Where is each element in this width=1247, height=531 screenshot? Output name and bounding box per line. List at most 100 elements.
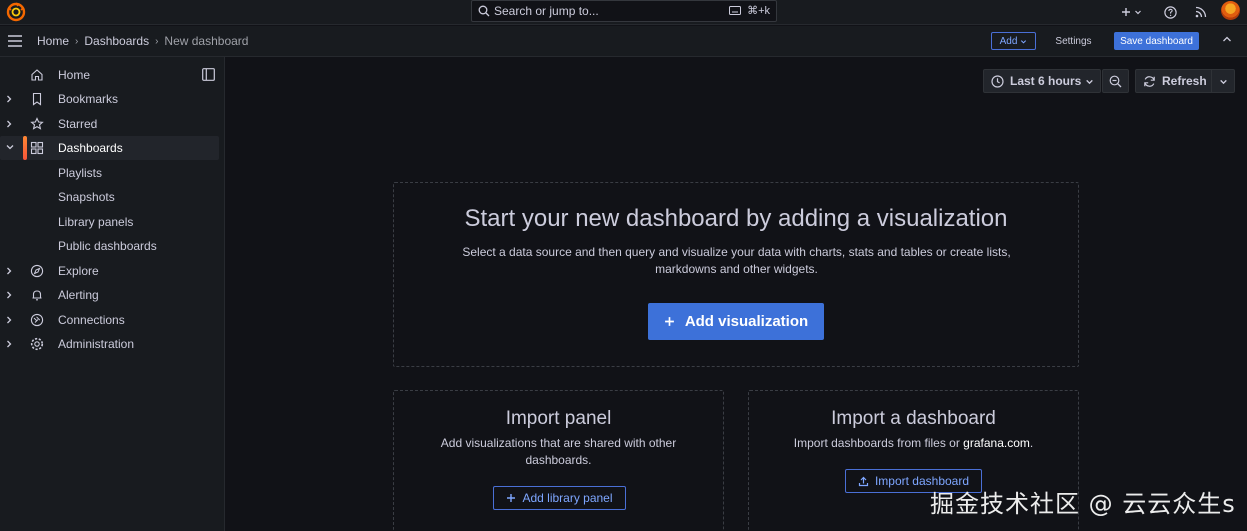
cog-icon xyxy=(30,337,44,351)
sidebar-item-alerting[interactable]: Alerting xyxy=(0,283,219,307)
time-range-picker[interactable]: Last 6 hours xyxy=(983,69,1101,93)
watermark: 掘金技术社区 @ 云云众生s xyxy=(930,490,1236,518)
refresh-label: Refresh xyxy=(1162,74,1207,88)
star-icon xyxy=(30,117,44,130)
import-panel-title: Import panel xyxy=(505,408,612,429)
empty-state-description: Select a data source and then query and … xyxy=(462,245,1011,276)
chevron-right-icon[interactable] xyxy=(5,315,13,325)
rss-icon xyxy=(1195,6,1207,18)
search-placeholder: Search or jump to... xyxy=(494,4,599,18)
bell-icon xyxy=(32,290,42,301)
clock-icon xyxy=(991,74,1004,88)
bookmark-icon xyxy=(32,92,42,106)
breadcrumb-home[interactable]: Home xyxy=(37,34,69,48)
breadcrumb-dashboards[interactable]: Dashboards xyxy=(84,34,149,48)
import-dashboard-title: Import a dashboard xyxy=(831,408,996,429)
sidebar-item-label: Alerting xyxy=(58,288,99,302)
compass-icon xyxy=(30,264,44,278)
add-button[interactable]: Add xyxy=(991,32,1036,50)
grafana-com-link[interactable]: grafana.com xyxy=(963,436,1030,450)
keyboard-icon xyxy=(729,6,742,15)
chevron-right-icon[interactable] xyxy=(5,94,13,104)
sidebar-item-library-panels[interactable]: Library panels xyxy=(0,210,219,234)
save-dashboard-button[interactable]: Save dashboard xyxy=(1114,32,1199,50)
chevron-right-icon[interactable] xyxy=(5,119,13,129)
chevron-down-icon xyxy=(1134,10,1141,15)
sidebar: Home Bookmarks Starred Dashboards Playli… xyxy=(0,57,225,531)
chevron-up-icon[interactable] xyxy=(1222,35,1232,43)
plug-icon xyxy=(30,313,44,327)
sidebar-item-label: Starred xyxy=(58,117,98,131)
top-bar: Search or jump to... ⌘+k xyxy=(0,0,1247,25)
new-menu-button[interactable] xyxy=(1117,3,1145,21)
add-visualization-label: Add visualization xyxy=(684,313,809,330)
sidebar-item-label: Library panels xyxy=(58,215,134,229)
import-dashboard-description: Import dashboards from files or grafana.… xyxy=(759,435,1068,452)
refresh-interval-dropdown[interactable] xyxy=(1212,69,1235,93)
apps-icon xyxy=(30,141,44,155)
help-icon xyxy=(1163,5,1177,19)
time-range-label: Last 6 hours xyxy=(1010,74,1082,88)
breadcrumb-current: New dashboard xyxy=(164,34,249,48)
sidebar-item-starred[interactable]: Starred xyxy=(0,112,219,136)
sidebar-item-dashboards[interactable]: Dashboards xyxy=(0,136,219,160)
chevron-right-icon[interactable] xyxy=(5,266,13,276)
sidebar-item-administration[interactable]: Administration xyxy=(0,332,219,356)
search-shortcut: ⌘+k xyxy=(729,4,770,17)
search-shortcut-text: ⌘+k xyxy=(747,5,770,17)
empty-dashboard-panel: Start your new dashboard by adding a vis… xyxy=(393,182,1079,367)
chevron-down-icon xyxy=(1086,79,1093,85)
sidebar-item-label: Home xyxy=(58,68,91,82)
sidebar-item-playlists[interactable]: Playlists xyxy=(0,161,219,185)
chevron-right-icon[interactable] xyxy=(5,290,13,300)
sidebar-item-label: Snapshots xyxy=(58,190,115,204)
sidebar-item-home[interactable]: Home xyxy=(0,63,219,87)
settings-button[interactable]: Settings xyxy=(1048,32,1099,50)
add-button-label: Add xyxy=(999,35,1018,47)
chevron-right-icon: › xyxy=(75,35,79,47)
sidebar-item-label: Explore xyxy=(58,264,99,278)
home-icon xyxy=(31,69,43,81)
import-dashboard-description-end: . xyxy=(1029,436,1034,450)
sidebar-item-label: Bookmarks xyxy=(58,92,119,106)
add-library-panel-button[interactable]: Add library panel xyxy=(493,486,626,510)
add-library-panel-label: Add library panel xyxy=(522,491,613,505)
chevron-right-icon: › xyxy=(155,35,159,47)
plus-icon xyxy=(507,494,516,502)
sidebar-item-label: Connections xyxy=(58,313,125,327)
sync-icon xyxy=(1144,75,1155,87)
sidebar-item-snapshots[interactable]: Snapshots xyxy=(0,185,219,209)
chevron-down-icon xyxy=(1021,39,1027,44)
import-panel-description: Add visualizations that are shared with … xyxy=(440,436,677,467)
sidebar-item-bookmarks[interactable]: Bookmarks xyxy=(0,87,219,111)
chevron-down-icon xyxy=(1219,79,1227,84)
chevron-down-icon[interactable] xyxy=(5,143,15,151)
sidebar-item-public-dashboards[interactable]: Public dashboards xyxy=(0,234,219,258)
plus-icon xyxy=(664,317,674,326)
menu-icon[interactable] xyxy=(7,34,23,48)
help-button[interactable] xyxy=(1162,3,1178,21)
search-icon xyxy=(478,5,490,17)
zoom-out-icon xyxy=(1109,75,1122,87)
chevron-right-icon[interactable] xyxy=(5,339,13,349)
upload-icon xyxy=(858,476,869,486)
sidebar-item-explore[interactable]: Explore xyxy=(0,259,219,283)
import-panel-card: Import panel Add visualizations that are… xyxy=(393,390,724,531)
sidebar-item-label: Playlists xyxy=(58,166,103,180)
news-button[interactable] xyxy=(1193,3,1209,21)
search-bar[interactable]: Search or jump to... ⌘+k xyxy=(471,0,777,22)
grafana-logo-icon[interactable] xyxy=(6,2,26,22)
dashboard-nav-bar: Home › Dashboards › New dashboard Add Se… xyxy=(0,26,1247,57)
plus-icon xyxy=(1121,8,1130,16)
import-dashboard-description-text: Import dashboards from files or xyxy=(793,436,964,450)
active-indicator xyxy=(23,136,27,160)
sidebar-item-connections[interactable]: Connections xyxy=(0,308,219,332)
empty-state-title: Start your new dashboard by adding a vis… xyxy=(464,205,1008,232)
sidebar-item-label: Public dashboards xyxy=(58,239,157,253)
add-visualization-button[interactable]: Add visualization xyxy=(648,303,824,340)
refresh-button[interactable]: Refresh xyxy=(1135,69,1212,93)
breadcrumb: Home › Dashboards › New dashboard xyxy=(37,34,248,48)
zoom-out-button[interactable] xyxy=(1102,69,1129,93)
sidebar-item-label: Administration xyxy=(58,337,135,351)
user-avatar[interactable] xyxy=(1221,1,1240,20)
